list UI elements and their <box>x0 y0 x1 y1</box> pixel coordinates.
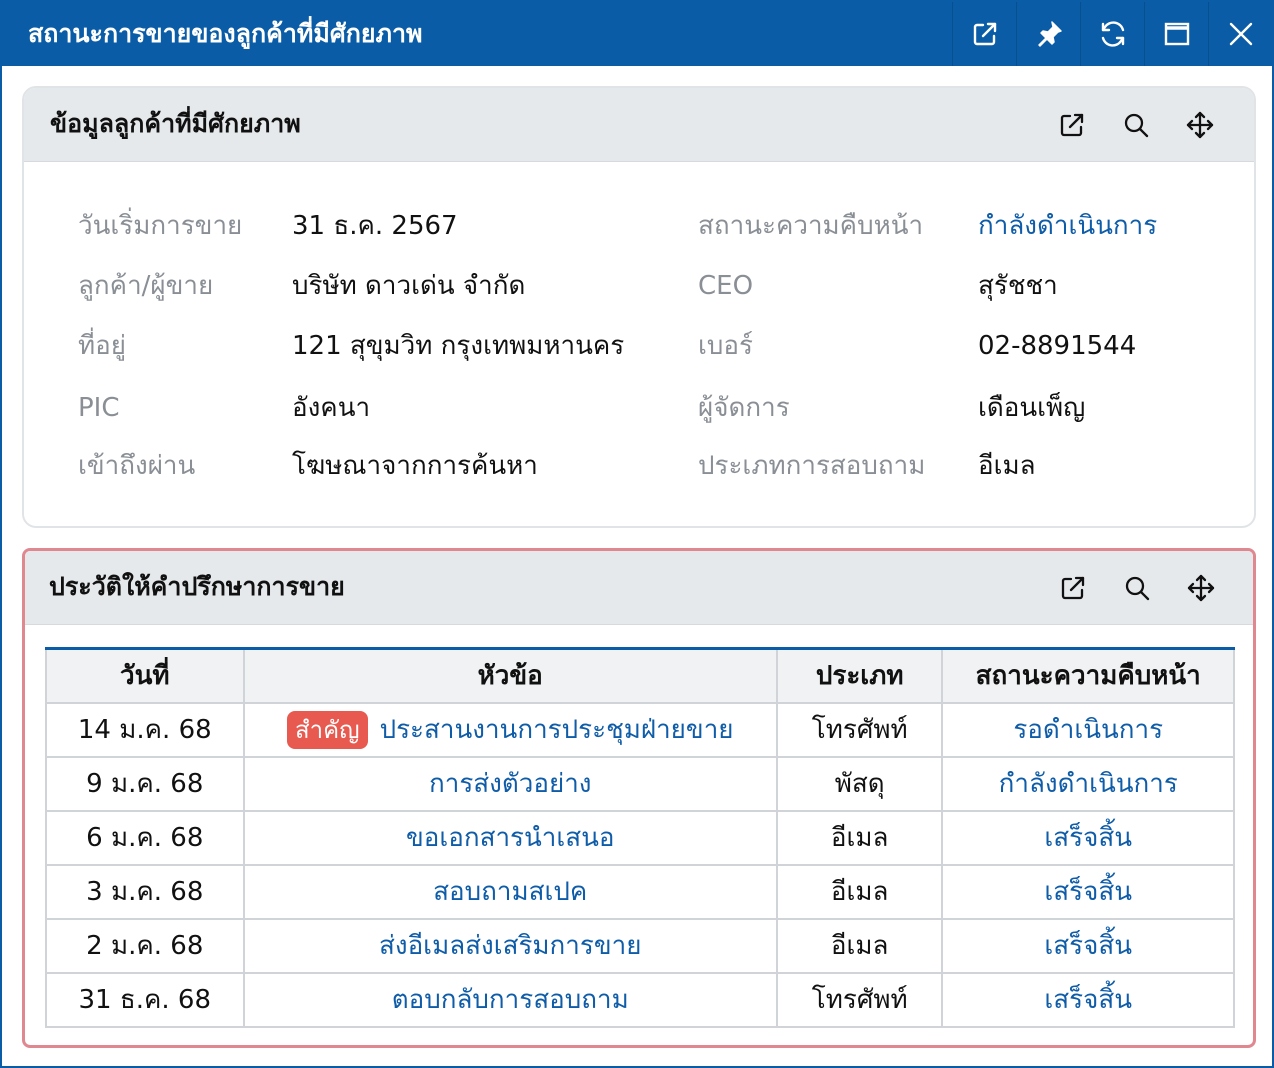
external-link-icon <box>973 22 996 46</box>
info-label: สถานะความคืบหน้า <box>698 211 924 241</box>
type-cell: อีเมล <box>775 917 944 974</box>
table-row: 6 ม.ค. 68 ขอเอกสารนำเสนอ อีเมล เสร็จสิ้น <box>45 809 1235 866</box>
table-row: 14 ม.ค. 68 สำคัญ ประสานงานการประชุมฝ่ายขา… <box>45 701 1235 758</box>
info-value: 02-8891544 <box>978 331 1137 361</box>
info-label: ลูกค้า/ผู้ขาย <box>78 271 214 301</box>
info-value: อังคนา <box>292 393 371 423</box>
move-icon <box>1186 111 1214 139</box>
history-move-button[interactable] <box>1169 564 1233 612</box>
info-label: ประเภทการสอบถาม <box>698 451 926 481</box>
info-value: สุรัชชา <box>978 271 1058 301</box>
consultation-history-panel: ประวัติให้คำปรึกษาการขาย วันที่ หัวข้อ ป… <box>22 548 1256 1048</box>
topic-link[interactable]: ประสานงานการประชุมฝ่ายขาย <box>380 715 734 745</box>
info-value: อีเมล <box>978 451 1036 481</box>
maximize-button[interactable] <box>1144 2 1208 66</box>
customer-info-header: ข้อมูลลูกค้าที่มีศักยภาพ <box>24 88 1254 162</box>
info-value: เดือนเพ็ญ <box>978 393 1086 423</box>
pin-button[interactable] <box>1016 2 1080 66</box>
info-value: 121 สุขุมวิท กรุงเทพมหานคร <box>292 331 625 361</box>
topic-link[interactable]: ขอเอกสารนำเสนอ <box>242 809 778 866</box>
window-title: สถานะการขายของลูกค้าที่มีศักยภาพ <box>28 19 423 48</box>
title-bar: สถานะการขายของลูกค้าที่มีศักยภาพ <box>2 2 1272 66</box>
date-cell: 14 ม.ค. 68 <box>45 701 245 758</box>
date-cell: 2 ม.ค. 68 <box>45 917 245 974</box>
window-controls <box>952 2 1272 66</box>
info-label: ผู้จัดการ <box>698 393 790 423</box>
info-label: เบอร์ <box>698 331 753 361</box>
info-open-external-button[interactable] <box>1040 101 1104 149</box>
info-row: ลูกค้า/ผู้ขาย บริษัท ดาวเด่น จำกัด CEO ส… <box>24 266 1254 306</box>
table-header-row: วันที่ หัวข้อ ประเภท สถานะความคืบหน้า <box>45 647 1235 704</box>
close-button[interactable] <box>1208 2 1272 66</box>
consultation-history-title: ประวัติให้คำปรึกษาการขาย <box>49 572 345 601</box>
table-row: 2 ม.ค. 68 ส่งอีเมลส่งเสริมการขาย อีเมล เ… <box>45 917 1235 974</box>
type-cell: โทรศัพท์ <box>775 701 944 758</box>
maximize-icon <box>1164 22 1189 46</box>
topic-link[interactable]: ตอบกลับการสอบถาม <box>242 971 778 1028</box>
column-header-status[interactable]: สถานะความคืบหน้า <box>941 647 1235 704</box>
customer-info-tools <box>1040 88 1232 162</box>
date-cell: 3 ม.ค. 68 <box>45 863 245 920</box>
table-row: 3 ม.ค. 68 สอบถามสเปค อีเมล เสร็จสิ้น <box>45 863 1235 920</box>
customer-info-panel: ข้อมูลลูกค้าที่มีศักยภาพ วันเริ่มการขาย … <box>22 86 1256 528</box>
info-value: บริษัท ดาวเด่น จำกัด <box>292 271 526 301</box>
info-label: ที่อยู่ <box>78 331 126 361</box>
date-cell: 6 ม.ค. 68 <box>45 809 245 866</box>
info-row: ที่อยู่ 121 สุขุมวิท กรุงเทพมหานคร เบอร์… <box>24 326 1254 366</box>
table-row: 9 ม.ค. 68 การส่งตัวอย่าง พัสดุ กำลังดำเน… <box>45 755 1235 812</box>
status-link[interactable]: เสร็จสิ้น <box>941 917 1235 974</box>
topic-link[interactable]: สอบถามสเปค <box>242 863 778 920</box>
type-cell: พัสดุ <box>775 755 944 812</box>
type-cell: โทรศัพท์ <box>775 971 944 1028</box>
refresh-button[interactable] <box>1080 2 1144 66</box>
column-header-type[interactable]: ประเภท <box>775 647 944 704</box>
info-label: วันเริ่มการขาย <box>78 211 243 241</box>
history-open-external-button[interactable] <box>1041 564 1105 612</box>
pin-icon <box>1037 21 1062 47</box>
info-value: 31 ธ.ค. 2567 <box>292 211 458 241</box>
consultation-history-table: วันที่ หัวข้อ ประเภท สถานะความคืบหน้า 14… <box>45 647 1235 1028</box>
info-row: เข้าถึงผ่าน โฆษณาจากการค้นหา ประเภทการสอ… <box>24 446 1254 486</box>
info-search-button[interactable] <box>1104 101 1168 149</box>
info-row: PIC อังคนา ผู้จัดการ เดือนเพ็ญ <box>24 388 1254 428</box>
important-badge: สำคัญ <box>286 710 368 749</box>
search-icon <box>1124 113 1149 138</box>
external-link-icon <box>1061 576 1085 600</box>
date-cell: 9 ม.ค. 68 <box>45 755 245 812</box>
external-link-icon <box>1060 113 1084 137</box>
status-link[interactable]: เสร็จสิ้น <box>941 809 1235 866</box>
app-window: สถานะการขายของลูกค้าที่มีศักยภาพ ข้อมูลล… <box>0 0 1274 1068</box>
refresh-icon <box>1101 21 1124 47</box>
info-label: CEO <box>698 271 754 301</box>
info-label: PIC <box>78 393 120 423</box>
info-row: วันเริ่มการขาย 31 ธ.ค. 2567 สถานะความคืบ… <box>24 206 1254 246</box>
date-cell: 31 ธ.ค. 68 <box>45 971 245 1028</box>
type-cell: อีเมล <box>775 863 944 920</box>
progress-status-link[interactable]: กำลังดำเนินการ <box>978 206 1157 246</box>
table-row: 31 ธ.ค. 68 ตอบกลับการสอบถาม โทรศัพท์ เสร… <box>45 971 1235 1028</box>
column-header-date[interactable]: วันที่ <box>45 647 245 704</box>
open-external-button[interactable] <box>952 2 1016 66</box>
status-link[interactable]: เสร็จสิ้น <box>941 971 1235 1028</box>
close-icon <box>1229 22 1252 46</box>
consultation-history-tools <box>1041 551 1233 625</box>
status-link[interactable]: เสร็จสิ้น <box>941 863 1235 920</box>
search-icon <box>1125 576 1150 601</box>
status-link[interactable]: กำลังดำเนินการ <box>941 755 1235 812</box>
info-label: เข้าถึงผ่าน <box>78 451 196 481</box>
history-search-button[interactable] <box>1105 564 1169 612</box>
column-header-topic[interactable]: หัวข้อ <box>242 647 778 704</box>
type-cell: อีเมล <box>775 809 944 866</box>
topic-link[interactable]: ส่งอีเมลส่งเสริมการขาย <box>242 917 778 974</box>
consultation-history-header: ประวัติให้คำปรึกษาการขาย <box>25 551 1253 625</box>
move-icon <box>1187 574 1215 602</box>
topic-cell: สำคัญ ประสานงานการประชุมฝ่ายขาย <box>242 701 778 758</box>
topic-link[interactable]: การส่งตัวอย่าง <box>242 755 778 812</box>
customer-info-title: ข้อมูลลูกค้าที่มีศักยภาพ <box>50 109 301 138</box>
info-move-button[interactable] <box>1168 101 1232 149</box>
info-value: โฆษณาจากการค้นหา <box>292 451 538 481</box>
status-link[interactable]: รอดำเนินการ <box>941 701 1235 758</box>
